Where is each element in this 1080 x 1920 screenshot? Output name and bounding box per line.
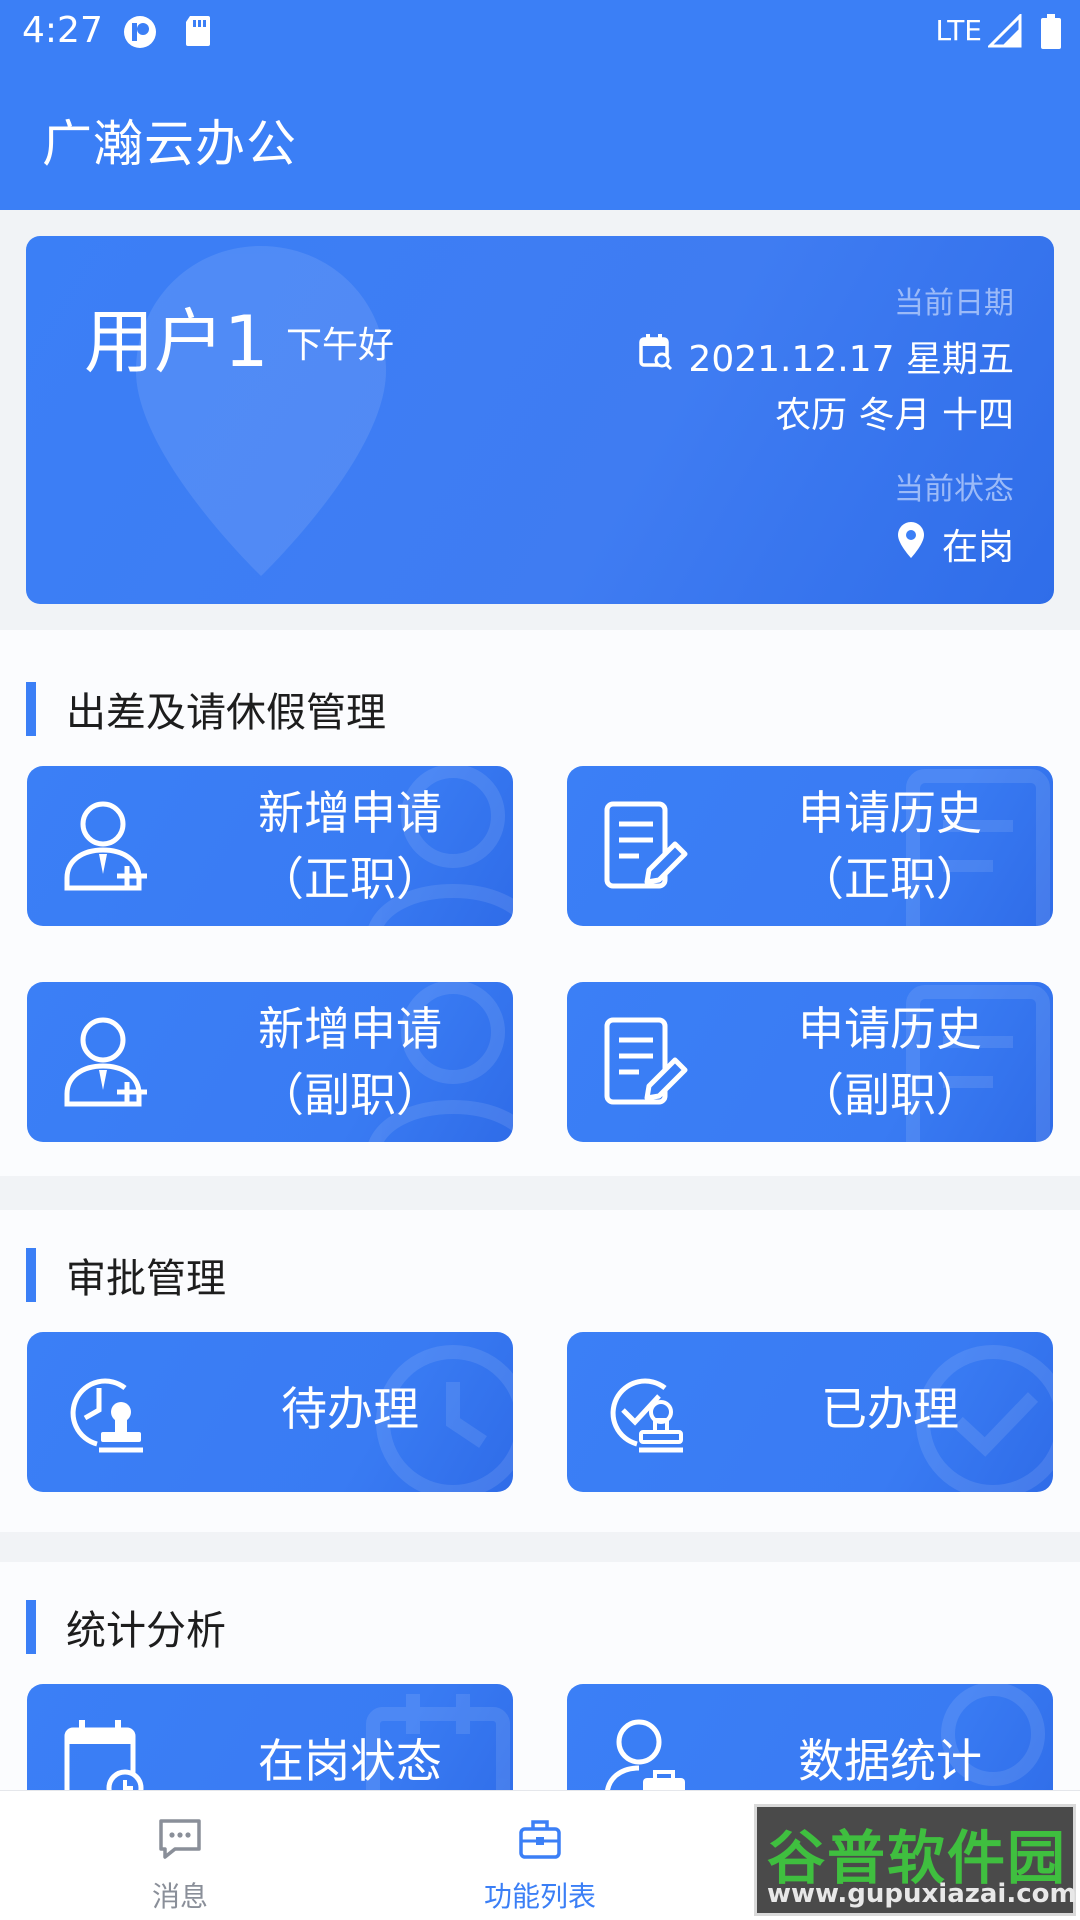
section-accent-bar: [26, 1248, 36, 1302]
tile-label: 数据统计: [798, 1734, 982, 1788]
section-title-statistics: 统计分析: [26, 1600, 226, 1654]
section-statistics: 统计分析 在岗状态 数据统计: [0, 1562, 1080, 1790]
tile-on-duty-status[interactable]: 在岗状态: [27, 1684, 513, 1790]
tile-label-line1: 申请历史: [798, 786, 982, 840]
tile-label-line2: （正职）: [798, 852, 982, 906]
nav-label: 消息: [151, 1880, 208, 1913]
location-pin-icon: [897, 521, 924, 567]
section-accent-bar: [26, 1600, 36, 1654]
document-edit-icon: [603, 800, 689, 896]
current-date: 2021.12.17 星期五: [688, 339, 1014, 380]
status-time: 4:27: [22, 10, 103, 51]
status-bar: 4:27 LTE: [0, 0, 1080, 62]
tile-history-main[interactable]: 申请历史 （正职）: [567, 766, 1053, 926]
tile-new-application-deputy[interactable]: 新增申请 （副职）: [27, 982, 513, 1142]
watermark-en: www.gupuxiazai.com: [767, 1879, 1077, 1909]
lunar-date: 农历 冬月 十四: [775, 395, 1014, 436]
tile-label-line2: （副职）: [798, 1068, 982, 1122]
app-bar: 广瀚云办公: [0, 62, 1080, 210]
user-info-card: 用户1 下午好 当前日期 2021.12.17 星期五 农历 冬月 十四 当前状…: [26, 236, 1054, 604]
tile-label-line1: 申请历史: [798, 1002, 982, 1056]
tile-history-deputy[interactable]: 申请历史 （副职）: [567, 982, 1053, 1142]
check-stamp-icon: [603, 1366, 689, 1462]
section-title-text: 审批管理: [66, 1256, 226, 1302]
calendar-clock-icon: [63, 1718, 149, 1790]
battery-icon: [1040, 14, 1062, 54]
site-watermark-logo: 谷普软件园 www.gupuxiazai.com: [754, 1804, 1077, 1916]
date-row: 2021.12.17 星期五: [638, 330, 1014, 382]
section-title-text: 统计分析: [66, 1608, 226, 1654]
greeting: 下午好: [286, 325, 395, 366]
network-type: LTE: [935, 14, 982, 47]
tile-label-line1: 新增申请: [258, 1002, 442, 1056]
tile-label: 在岗状态: [258, 1734, 442, 1788]
section-travel-leave: 出差及请休假管理 新增申请 （正职） 申请历史 （正职） 新增申请 （副职） 申…: [0, 630, 1080, 1176]
tile-label: 已办理: [821, 1382, 959, 1436]
chat-icon: [159, 1819, 201, 1859]
add-user-icon: [63, 800, 149, 896]
tile-label-line2: （副职）: [258, 1068, 442, 1122]
clock-stamp-icon: [63, 1366, 149, 1462]
app-title: 广瀚云办公: [42, 115, 297, 173]
tile-label-line1: 新增申请: [258, 786, 442, 840]
section-title-travel-leave: 出差及请休假管理: [26, 682, 386, 736]
tile-data-statistics[interactable]: 数据统计: [567, 1684, 1053, 1790]
state-label: 当前状态: [894, 472, 1014, 507]
section-approval: 审批管理 待办理 已办理: [0, 1210, 1080, 1532]
sd-card-icon: [184, 14, 212, 52]
tile-pending[interactable]: 待办理: [27, 1332, 513, 1492]
current-state: 在岗: [941, 527, 1014, 568]
user-briefcase-icon: [603, 1718, 689, 1790]
section-title-text: 出差及请休假管理: [66, 690, 386, 736]
date-label: 当前日期: [894, 286, 1014, 321]
tile-done[interactable]: 已办理: [567, 1332, 1053, 1492]
nav-item-messages[interactable]: 消息: [0, 1791, 360, 1920]
add-user-icon: [63, 1016, 149, 1112]
calendar-search-icon: [638, 333, 674, 380]
briefcase-icon: [519, 1820, 561, 1859]
tile-label: 待办理: [281, 1382, 419, 1436]
nav-label: 功能列表: [483, 1880, 596, 1913]
notification-app-icon: [122, 14, 158, 54]
section-accent-bar: [26, 682, 36, 736]
tile-label-line2: （正职）: [258, 852, 442, 906]
document-edit-icon: [603, 1016, 689, 1112]
user-name: 用户1: [84, 301, 269, 383]
tile-new-application-main[interactable]: 新增申请 （正职）: [27, 766, 513, 926]
nav-item-function-list[interactable]: 功能列表: [360, 1791, 720, 1920]
section-title-approval: 审批管理: [26, 1248, 226, 1302]
signal-icon: [986, 12, 1022, 52]
state-row: 在岗: [897, 518, 1014, 570]
